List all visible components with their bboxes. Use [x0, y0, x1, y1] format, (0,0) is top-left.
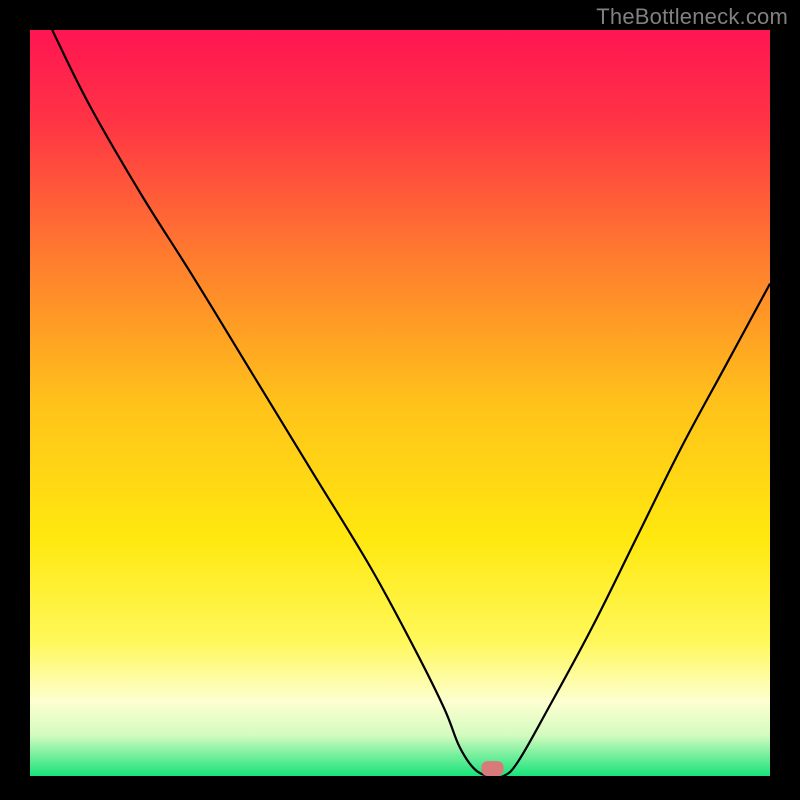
- gradient-background: [30, 30, 770, 776]
- watermark-text: TheBottleneck.com: [596, 4, 788, 30]
- plot-frame: [30, 30, 770, 776]
- plot-svg: [30, 30, 770, 776]
- optimal-marker: [481, 761, 503, 776]
- chart-container: TheBottleneck.com: [0, 0, 800, 800]
